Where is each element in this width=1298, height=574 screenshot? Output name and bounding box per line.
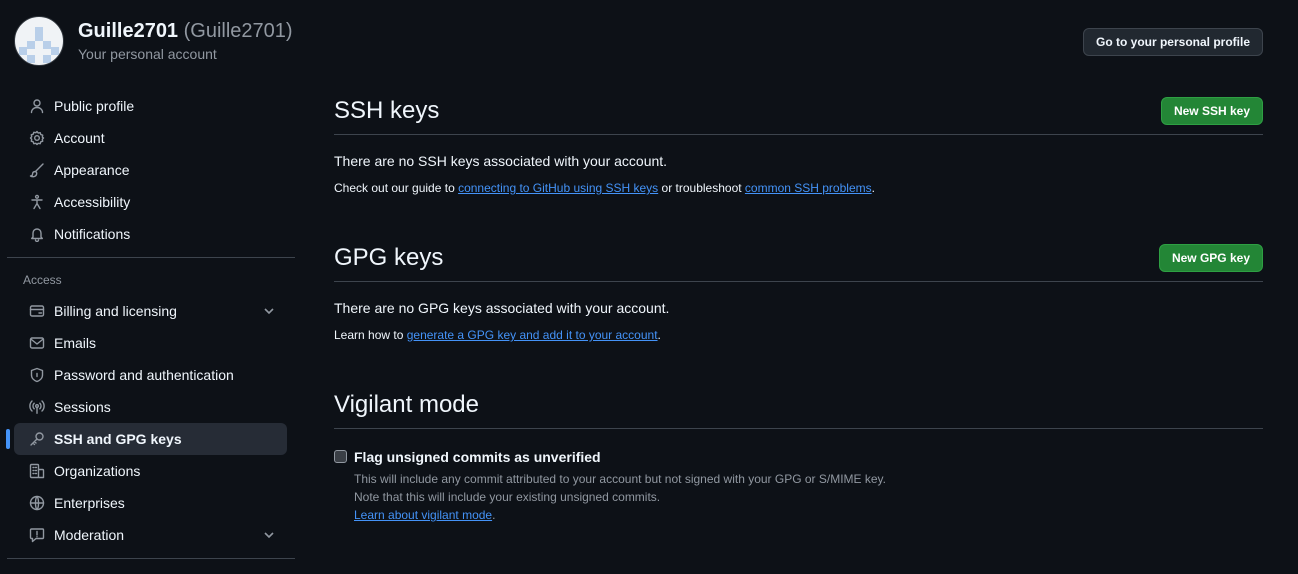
settings-sidebar: Public profile Account Appearance Access…	[6, 90, 295, 566]
vigilant-mode-section: Vigilant mode Flag unsigned commits as u…	[334, 384, 1263, 524]
flag-unsigned-checkbox[interactable]	[334, 450, 347, 463]
credit-card-icon	[29, 303, 45, 319]
gpg-keys-section: GPG keys New GPG key There are no GPG ke…	[334, 237, 1263, 342]
sidebar-item-emails[interactable]: Emails	[14, 327, 287, 359]
paintbrush-icon	[29, 162, 45, 178]
account-name: Guille2701 (Guille2701)	[78, 20, 293, 43]
ssh-help-suffix: .	[871, 181, 875, 195]
ssh-keys-title: SSH keys	[334, 97, 440, 124]
account-header: Guille2701 (Guille2701) Your personal ac…	[14, 16, 293, 66]
sidebar-item-label: Moderation	[54, 527, 125, 543]
mail-icon	[29, 335, 45, 351]
sidebar-group-access: Access	[23, 273, 62, 287]
sidebar-item-label: Emails	[54, 335, 97, 351]
vigilant-mode-title: Vigilant mode	[334, 391, 479, 418]
ssh-help-middle: or troubleshoot	[658, 181, 745, 195]
gpg-guide-link[interactable]: generate a GPG key and add it to your ac…	[407, 328, 658, 342]
gpg-help-text: Learn how to generate a GPG key and add …	[334, 328, 1263, 342]
new-ssh-key-button[interactable]: New SSH key	[1160, 97, 1263, 125]
gpg-help-suffix: .	[657, 328, 661, 342]
organization-icon	[29, 463, 45, 479]
sidebar-item-label: Accessibility	[54, 194, 131, 210]
report-icon	[29, 527, 45, 543]
sidebar-item-label: Appearance	[54, 162, 130, 178]
sidebar-item-public-profile[interactable]: Public profile	[14, 90, 287, 122]
main-content: SSH keys New SSH key There are no SSH ke…	[334, 90, 1263, 524]
chevron-down-icon[interactable]	[261, 303, 277, 322]
sidebar-divider	[7, 257, 295, 258]
vigilant-desc-line2: Note that this will include your existin…	[354, 490, 661, 504]
flag-unsigned-label[interactable]: Flag unsigned commits as unverified	[354, 449, 601, 465]
sidebar-item-label: Enterprises	[54, 495, 125, 511]
bell-icon	[29, 226, 45, 242]
login-name: (Guille2701)	[183, 20, 293, 42]
vigilant-desc-line1: This will include any commit attributed …	[354, 472, 887, 486]
gpg-empty-message: There are no GPG keys associated with yo…	[334, 300, 670, 316]
ssh-problems-link[interactable]: common SSH problems	[745, 181, 872, 195]
ssh-keys-section: SSH keys New SSH key There are no SSH ke…	[334, 90, 1263, 195]
sidebar-item-enterprises[interactable]: Enterprises	[14, 487, 287, 519]
go-to-profile-button[interactable]: Go to your personal profile	[1082, 28, 1263, 56]
accessibility-icon	[29, 194, 45, 210]
sidebar-item-label: Organizations	[54, 463, 141, 479]
sidebar-item-label: Public profile	[54, 98, 135, 114]
sidebar-item-appearance[interactable]: Appearance	[14, 154, 287, 186]
person-icon	[29, 98, 45, 114]
account-subtitle: Your personal account	[78, 46, 217, 62]
vigilant-link-suffix: .	[492, 508, 496, 522]
broadcast-icon	[29, 399, 45, 415]
vigilant-learn-link[interactable]: Learn about vigilant mode	[354, 508, 492, 522]
sidebar-item-label: Sessions	[54, 399, 111, 415]
sidebar-item-account[interactable]: Account	[14, 122, 287, 154]
ssh-empty-message: There are no SSH keys associated with yo…	[334, 153, 668, 169]
gpg-keys-title: GPG keys	[334, 244, 444, 271]
ssh-help-prefix: Check out our guide to	[334, 181, 459, 195]
key-icon	[29, 431, 45, 447]
sidebar-item-sessions[interactable]: Sessions	[14, 391, 287, 423]
gear-icon	[29, 130, 45, 146]
chevron-down-icon[interactable]	[261, 527, 277, 546]
ssh-guide-link[interactable]: connecting to GitHub using SSH keys	[458, 181, 658, 195]
sidebar-item-accessibility[interactable]: Accessibility	[14, 186, 287, 218]
sidebar-item-password[interactable]: Password and authentication	[14, 359, 287, 391]
avatar[interactable]	[14, 16, 64, 66]
vigilant-description: This will include any commit attributed …	[354, 470, 1263, 524]
sidebar-item-organizations[interactable]: Organizations	[14, 455, 287, 487]
sidebar-divider	[7, 558, 295, 559]
sidebar-item-ssh-gpg-keys[interactable]: SSH and GPG keys	[6, 423, 287, 455]
new-gpg-key-button[interactable]: New GPG key	[1158, 244, 1263, 272]
display-name: Guille2701	[78, 20, 179, 42]
gpg-help-prefix: Learn how to	[334, 328, 407, 342]
sidebar-item-label: Billing and licensing	[54, 303, 177, 319]
sidebar-item-label: Notifications	[54, 226, 131, 242]
ssh-help-text: Check out our guide to connecting to Git…	[334, 181, 1263, 195]
sidebar-item-billing[interactable]: Billing and licensing	[14, 295, 287, 327]
sidebar-item-moderation[interactable]: Moderation	[14, 519, 287, 551]
sidebar-item-label: SSH and GPG keys	[54, 431, 182, 447]
globe-icon	[29, 495, 45, 511]
sidebar-item-label: Account	[54, 130, 105, 146]
sidebar-item-label: Password and authentication	[54, 367, 234, 383]
shield-lock-icon	[29, 367, 45, 383]
sidebar-item-notifications[interactable]: Notifications	[14, 218, 287, 250]
